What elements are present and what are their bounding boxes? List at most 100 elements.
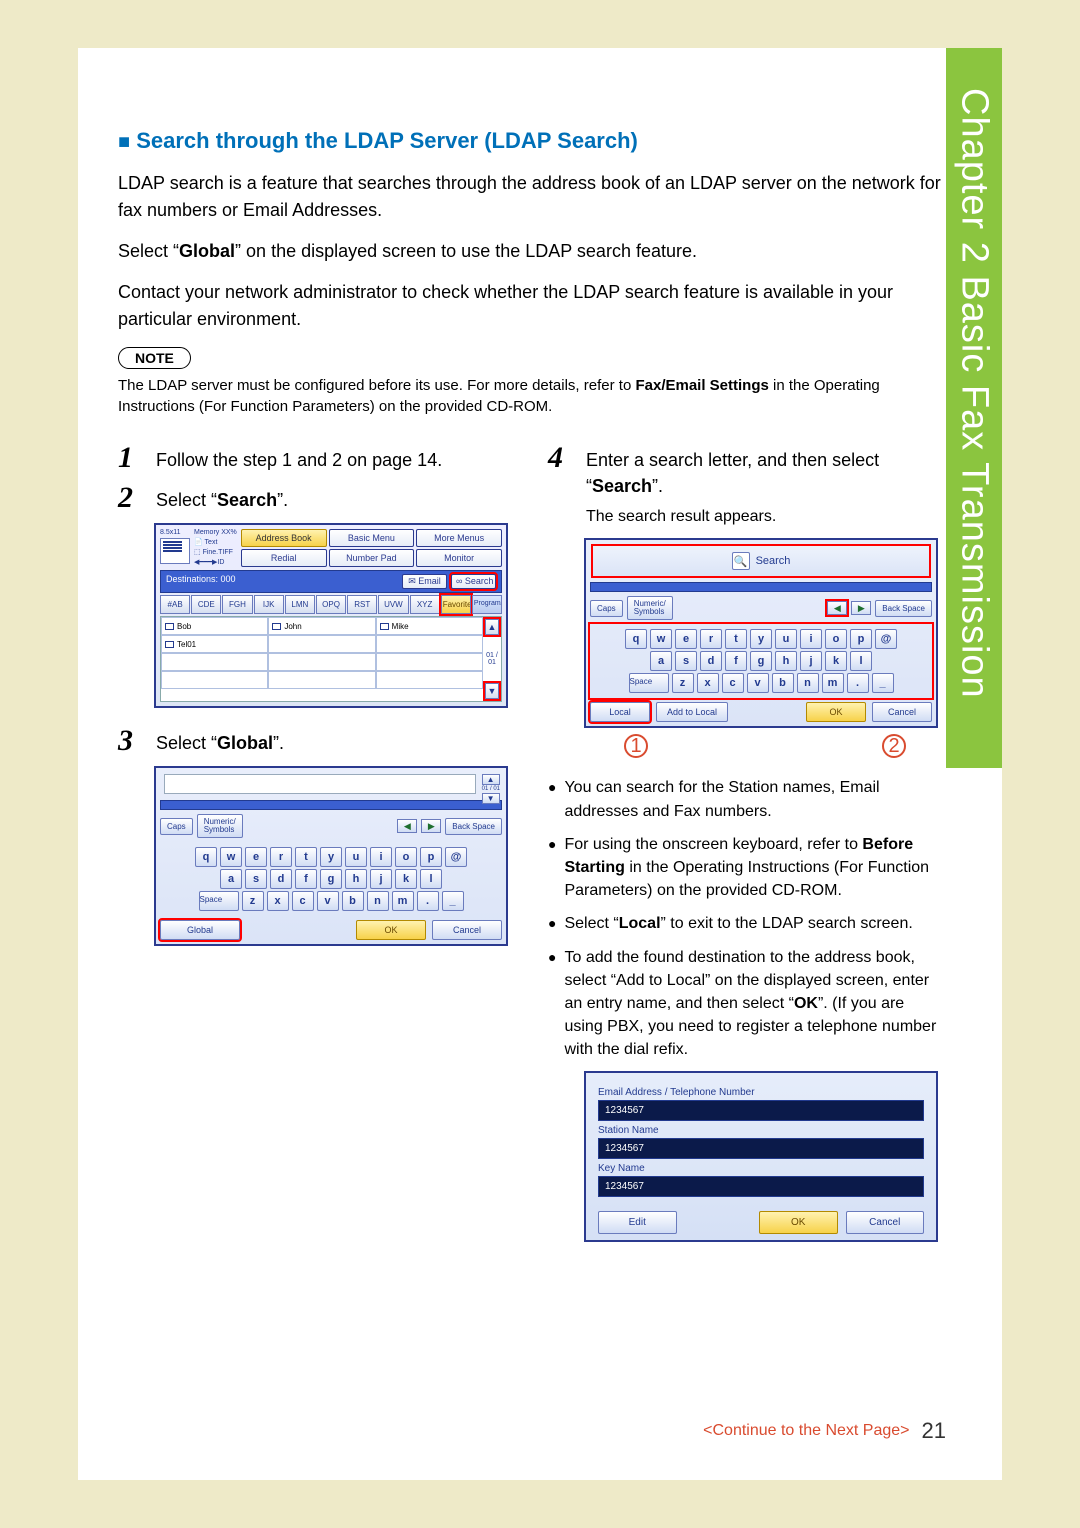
email-button[interactable]: ✉ Email bbox=[402, 574, 447, 589]
key-u[interactable]: u bbox=[775, 629, 797, 649]
backspace-button[interactable]: Back Space bbox=[875, 600, 932, 617]
key-i[interactable]: i bbox=[800, 629, 822, 649]
tab-program-group[interactable]: Program/Group bbox=[472, 595, 502, 614]
key-s[interactable]: s bbox=[245, 869, 267, 889]
cancel-button[interactable]: Cancel bbox=[872, 702, 932, 722]
key-c[interactable]: c bbox=[722, 673, 744, 693]
scroll-up-button[interactable]: ▲ bbox=[482, 774, 500, 785]
key-h[interactable]: h bbox=[345, 869, 367, 889]
key-i[interactable]: i bbox=[370, 847, 392, 867]
search-button[interactable]: ∞ Search bbox=[451, 574, 496, 589]
ok-button[interactable]: OK bbox=[806, 702, 866, 722]
add-to-local-button[interactable]: Add to Local bbox=[656, 702, 728, 722]
tab-ab[interactable]: #AB bbox=[160, 595, 190, 614]
ok-button[interactable]: OK bbox=[759, 1211, 838, 1234]
station-name-field[interactable]: 1234567 bbox=[598, 1138, 924, 1159]
backspace-button[interactable]: Back Space bbox=[445, 818, 502, 835]
space-button[interactable]: Space bbox=[629, 673, 669, 693]
key-x[interactable]: x bbox=[697, 673, 719, 693]
text-input[interactable] bbox=[164, 774, 476, 794]
key-b[interactable]: b bbox=[772, 673, 794, 693]
key-f[interactable]: f bbox=[725, 651, 747, 671]
key-l[interactable]: l bbox=[850, 651, 872, 671]
cursor-left-button[interactable]: ◀ bbox=[397, 819, 417, 833]
tab-lmn[interactable]: LMN bbox=[285, 595, 315, 614]
key-.[interactable]: . bbox=[417, 891, 439, 911]
address-book-button[interactable]: Address Book bbox=[241, 529, 327, 547]
key-w[interactable]: w bbox=[650, 629, 672, 649]
space-button[interactable]: Space bbox=[199, 891, 239, 911]
key-q[interactable]: q bbox=[625, 629, 647, 649]
scroll-down-button[interactable]: ▼ bbox=[485, 683, 499, 699]
key-r[interactable]: r bbox=[700, 629, 722, 649]
key-v[interactable]: v bbox=[317, 891, 339, 911]
key-j[interactable]: j bbox=[370, 869, 392, 889]
key-a[interactable]: a bbox=[650, 651, 672, 671]
key-d[interactable]: d bbox=[700, 651, 722, 671]
more-menus-button[interactable]: More Menus bbox=[416, 529, 502, 547]
cursor-left-button[interactable]: ◀ bbox=[827, 601, 847, 615]
key-t[interactable]: t bbox=[295, 847, 317, 867]
key-y[interactable]: y bbox=[320, 847, 342, 867]
tab-favorites[interactable]: Favorites bbox=[441, 595, 471, 614]
key-k[interactable]: k bbox=[395, 869, 417, 889]
tab-uvw[interactable]: UVW bbox=[378, 595, 408, 614]
cancel-button[interactable]: Cancel bbox=[432, 920, 502, 940]
caps-button[interactable]: Caps bbox=[590, 600, 623, 617]
key-_[interactable]: _ bbox=[442, 891, 464, 911]
key-f[interactable]: f bbox=[295, 869, 317, 889]
key-@[interactable]: @ bbox=[445, 847, 467, 867]
key-j[interactable]: j bbox=[800, 651, 822, 671]
key-c[interactable]: c bbox=[292, 891, 314, 911]
key-l[interactable]: l bbox=[420, 869, 442, 889]
tab-opq[interactable]: OPQ bbox=[316, 595, 346, 614]
cursor-right-button[interactable]: ▶ bbox=[851, 601, 871, 615]
key-o[interactable]: o bbox=[395, 847, 417, 867]
key-m[interactable]: m bbox=[822, 673, 844, 693]
key-@[interactable]: @ bbox=[875, 629, 897, 649]
tab-cde[interactable]: CDE bbox=[191, 595, 221, 614]
search-banner[interactable]: 🔍 Search bbox=[593, 546, 929, 576]
key-s[interactable]: s bbox=[675, 651, 697, 671]
key-p[interactable]: p bbox=[850, 629, 872, 649]
key-o[interactable]: o bbox=[825, 629, 847, 649]
key-n[interactable]: n bbox=[797, 673, 819, 693]
key-b[interactable]: b bbox=[342, 891, 364, 911]
local-button[interactable]: Local bbox=[590, 702, 650, 722]
key-u[interactable]: u bbox=[345, 847, 367, 867]
key-z[interactable]: z bbox=[672, 673, 694, 693]
key-y[interactable]: y bbox=[750, 629, 772, 649]
key-x[interactable]: x bbox=[267, 891, 289, 911]
key-.[interactable]: . bbox=[847, 673, 869, 693]
key-h[interactable]: h bbox=[775, 651, 797, 671]
key-p[interactable]: p bbox=[420, 847, 442, 867]
key-a[interactable]: a bbox=[220, 869, 242, 889]
numeric-symbols-button[interactable]: Numeric/ Symbols bbox=[627, 596, 673, 620]
key-_[interactable]: _ bbox=[872, 673, 894, 693]
redial-button[interactable]: Redial bbox=[241, 549, 327, 567]
key-r[interactable]: r bbox=[270, 847, 292, 867]
key-name-field[interactable]: 1234567 bbox=[598, 1176, 924, 1197]
email-phone-field[interactable]: 1234567 bbox=[598, 1100, 924, 1121]
key-e[interactable]: e bbox=[675, 629, 697, 649]
key-k[interactable]: k bbox=[825, 651, 847, 671]
global-button[interactable]: Global bbox=[160, 920, 240, 940]
list-item[interactable]: Mike bbox=[376, 617, 483, 635]
list-item[interactable]: Bob bbox=[161, 617, 268, 635]
list-item[interactable]: Tel01 bbox=[161, 635, 268, 653]
tab-xyz[interactable]: XYZ bbox=[410, 595, 440, 614]
scroll-up-button[interactable]: ▲ bbox=[485, 619, 499, 635]
key-m[interactable]: m bbox=[392, 891, 414, 911]
key-q[interactable]: q bbox=[195, 847, 217, 867]
tab-rst[interactable]: RST bbox=[347, 595, 377, 614]
key-w[interactable]: w bbox=[220, 847, 242, 867]
numeric-symbols-button[interactable]: Numeric/ Symbols bbox=[197, 814, 243, 838]
continue-link[interactable]: <Continue to the Next Page> bbox=[703, 1422, 909, 1440]
key-e[interactable]: e bbox=[245, 847, 267, 867]
cursor-right-button[interactable]: ▶ bbox=[421, 819, 441, 833]
key-d[interactable]: d bbox=[270, 869, 292, 889]
edit-button[interactable]: Edit bbox=[598, 1211, 677, 1234]
key-n[interactable]: n bbox=[367, 891, 389, 911]
monitor-button[interactable]: Monitor bbox=[416, 549, 502, 567]
caps-button[interactable]: Caps bbox=[160, 818, 193, 835]
